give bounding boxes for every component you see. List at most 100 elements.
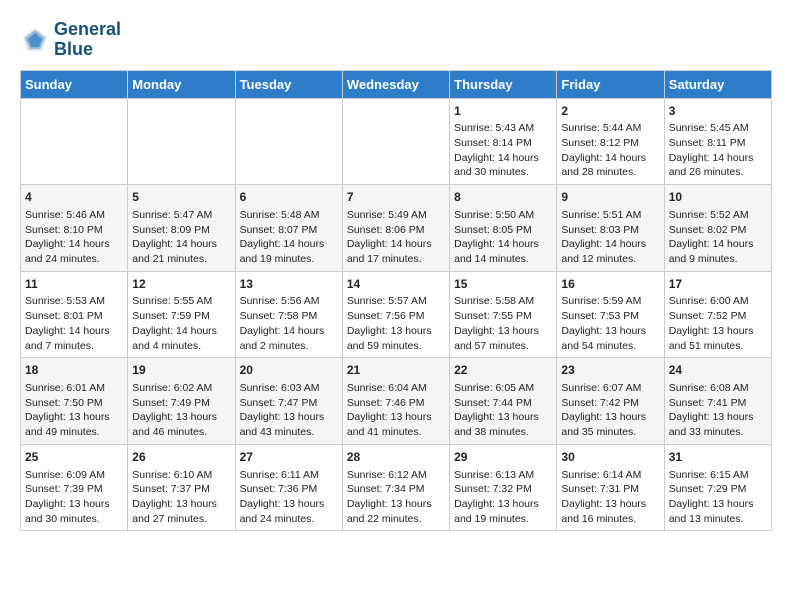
calendar-cell: 28 Sunrise: 6:12 AM Sunset: 7:34 PM Dayli… — [342, 444, 449, 531]
calendar-week-1: 1Sunrise: 5:43 AM Sunset: 8:14 PM Daylig… — [21, 98, 772, 185]
calendar-cell: 19Sunrise: 6:02 AM Sunset: 7:49 PM Dayli… — [128, 358, 235, 445]
day-info: Sunrise: 5:52 AM Sunset: 8:02 PM Dayligh… — [669, 208, 767, 267]
day-number: 20 — [240, 362, 338, 379]
day-info: Sunrise: 5:56 AM Sunset: 7:58 PM Dayligh… — [240, 294, 338, 353]
day-of-week-thursday: Thursday — [450, 70, 557, 98]
day-info: Sunrise: 5:45 AM Sunset: 8:11 PM Dayligh… — [669, 121, 767, 180]
day-of-week-tuesday: Tuesday — [235, 70, 342, 98]
day-number: 5 — [132, 189, 230, 206]
calendar-cell: 22 Sunrise: 6:05 AM Sunset: 7:44 PM Dayli… — [450, 358, 557, 445]
day-info: Sunrise: 5:53 AM Sunset: 8:01 PM Dayligh… — [25, 294, 123, 353]
calendar-cell: 26 Sunrise: 6:10 AM Sunset: 7:37 PM Dayli… — [128, 444, 235, 531]
day-number: 21 — [347, 362, 445, 379]
day-of-week-wednesday: Wednesday — [342, 70, 449, 98]
day-info: Sunrise: 5:57 AM Sunset: 7:56 PM Dayligh… — [347, 294, 445, 353]
calendar-header: SundayMondayTuesdayWednesdayThursdayFrid… — [21, 70, 772, 98]
day-number: 28 — [347, 449, 445, 466]
calendar-cell — [21, 98, 128, 185]
calendar-cell: 24 Sunrise: 6:08 AM Sunset: 7:41 PM Dayli… — [664, 358, 771, 445]
calendar-cell: 9 Sunrise: 5:51 AM Sunset: 8:03 PM Daylig… — [557, 185, 664, 272]
day-of-week-friday: Friday — [557, 70, 664, 98]
day-info: Sunrise: 5:43 AM Sunset: 8:14 PM Dayligh… — [454, 121, 552, 180]
day-number: 3 — [669, 103, 767, 120]
calendar-cell: 7Sunrise: 5:49 AM Sunset: 8:06 PM Daylig… — [342, 185, 449, 272]
calendar-cell: 30 Sunrise: 6:14 AM Sunset: 7:31 PM Dayli… — [557, 444, 664, 531]
days-of-week-row: SundayMondayTuesdayWednesdayThursdayFrid… — [21, 70, 772, 98]
calendar-cell: 5 Sunrise: 5:47 AM Sunset: 8:09 PM Daylig… — [128, 185, 235, 272]
day-number: 19 — [132, 362, 230, 379]
calendar-cell: 27 Sunrise: 6:11 AM Sunset: 7:36 PM Dayli… — [235, 444, 342, 531]
calendar-cell: 31 Sunrise: 6:15 AM Sunset: 7:29 PM Dayli… — [664, 444, 771, 531]
calendar-cell: 2Sunrise: 5:44 AM Sunset: 8:12 PM Daylig… — [557, 98, 664, 185]
day-info: Sunrise: 6:03 AM Sunset: 7:47 PM Dayligh… — [240, 381, 338, 440]
calendar-week-4: 18Sunrise: 6:01 AM Sunset: 7:50 PM Dayli… — [21, 358, 772, 445]
calendar-table: SundayMondayTuesdayWednesdayThursdayFrid… — [20, 70, 772, 532]
day-number: 9 — [561, 189, 659, 206]
day-number: 27 — [240, 449, 338, 466]
day-info: Sunrise: 5:44 AM Sunset: 8:12 PM Dayligh… — [561, 121, 659, 180]
day-number: 23 — [561, 362, 659, 379]
day-info: Sunrise: 6:00 AM Sunset: 7:52 PM Dayligh… — [669, 294, 767, 353]
day-number: 4 — [25, 189, 123, 206]
calendar-cell: 13Sunrise: 5:56 AM Sunset: 7:58 PM Dayli… — [235, 271, 342, 358]
logo-icon — [20, 25, 50, 55]
day-number: 8 — [454, 189, 552, 206]
day-info: Sunrise: 5:51 AM Sunset: 8:03 PM Dayligh… — [561, 208, 659, 267]
calendar-cell: 25 Sunrise: 6:09 AM Sunset: 7:39 PM Dayli… — [21, 444, 128, 531]
day-info: Sunrise: 5:49 AM Sunset: 8:06 PM Dayligh… — [347, 208, 445, 267]
day-info: Sunrise: 6:10 AM Sunset: 7:37 PM Dayligh… — [132, 468, 230, 527]
calendar-cell — [342, 98, 449, 185]
calendar-cell: 23 Sunrise: 6:07 AM Sunset: 7:42 PM Dayli… — [557, 358, 664, 445]
day-number: 25 — [25, 449, 123, 466]
logo: General Blue — [20, 20, 121, 60]
calendar-cell: 1Sunrise: 5:43 AM Sunset: 8:14 PM Daylig… — [450, 98, 557, 185]
day-info: Sunrise: 5:46 AM Sunset: 8:10 PM Dayligh… — [25, 208, 123, 267]
day-info: Sunrise: 6:07 AM Sunset: 7:42 PM Dayligh… — [561, 381, 659, 440]
day-info: Sunrise: 5:55 AM Sunset: 7:59 PM Dayligh… — [132, 294, 230, 353]
day-number: 26 — [132, 449, 230, 466]
day-number: 12 — [132, 276, 230, 293]
calendar-cell: 15Sunrise: 5:58 AM Sunset: 7:55 PM Dayli… — [450, 271, 557, 358]
day-info: Sunrise: 5:59 AM Sunset: 7:53 PM Dayligh… — [561, 294, 659, 353]
day-number: 1 — [454, 103, 552, 120]
day-number: 15 — [454, 276, 552, 293]
day-number: 16 — [561, 276, 659, 293]
day-number: 22 — [454, 362, 552, 379]
calendar-cell: 20 Sunrise: 6:03 AM Sunset: 7:47 PM Dayli… — [235, 358, 342, 445]
calendar-cell: 29 Sunrise: 6:13 AM Sunset: 7:32 PM Dayli… — [450, 444, 557, 531]
day-number: 11 — [25, 276, 123, 293]
day-number: 10 — [669, 189, 767, 206]
day-number: 31 — [669, 449, 767, 466]
day-number: 14 — [347, 276, 445, 293]
page-header: General Blue — [20, 20, 772, 60]
day-number: 6 — [240, 189, 338, 206]
calendar-cell: 11Sunrise: 5:53 AM Sunset: 8:01 PM Dayli… — [21, 271, 128, 358]
logo-text: General Blue — [54, 20, 121, 60]
calendar-cell — [235, 98, 342, 185]
day-number: 13 — [240, 276, 338, 293]
day-info: Sunrise: 6:05 AM Sunset: 7:44 PM Dayligh… — [454, 381, 552, 440]
calendar-cell: 14Sunrise: 5:57 AM Sunset: 7:56 PM Dayli… — [342, 271, 449, 358]
day-number: 24 — [669, 362, 767, 379]
day-info: Sunrise: 6:11 AM Sunset: 7:36 PM Dayligh… — [240, 468, 338, 527]
day-info: Sunrise: 5:47 AM Sunset: 8:09 PM Dayligh… — [132, 208, 230, 267]
calendar-cell: 6Sunrise: 5:48 AM Sunset: 8:07 PM Daylig… — [235, 185, 342, 272]
day-info: Sunrise: 6:15 AM Sunset: 7:29 PM Dayligh… — [669, 468, 767, 527]
day-number: 29 — [454, 449, 552, 466]
day-number: 2 — [561, 103, 659, 120]
calendar-cell: 4 Sunrise: 5:46 AM Sunset: 8:10 PM Daylig… — [21, 185, 128, 272]
day-info: Sunrise: 5:50 AM Sunset: 8:05 PM Dayligh… — [454, 208, 552, 267]
day-info: Sunrise: 6:09 AM Sunset: 7:39 PM Dayligh… — [25, 468, 123, 527]
calendar-week-5: 25 Sunrise: 6:09 AM Sunset: 7:39 PM Dayli… — [21, 444, 772, 531]
day-info: Sunrise: 6:01 AM Sunset: 7:50 PM Dayligh… — [25, 381, 123, 440]
day-of-week-sunday: Sunday — [21, 70, 128, 98]
calendar-week-2: 4 Sunrise: 5:46 AM Sunset: 8:10 PM Daylig… — [21, 185, 772, 272]
day-number: 30 — [561, 449, 659, 466]
day-info: Sunrise: 6:13 AM Sunset: 7:32 PM Dayligh… — [454, 468, 552, 527]
calendar-cell: 17Sunrise: 6:00 AM Sunset: 7:52 PM Dayli… — [664, 271, 771, 358]
day-info: Sunrise: 6:08 AM Sunset: 7:41 PM Dayligh… — [669, 381, 767, 440]
day-of-week-monday: Monday — [128, 70, 235, 98]
day-info: Sunrise: 6:14 AM Sunset: 7:31 PM Dayligh… — [561, 468, 659, 527]
day-info: Sunrise: 6:12 AM Sunset: 7:34 PM Dayligh… — [347, 468, 445, 527]
calendar-cell: 12Sunrise: 5:55 AM Sunset: 7:59 PM Dayli… — [128, 271, 235, 358]
